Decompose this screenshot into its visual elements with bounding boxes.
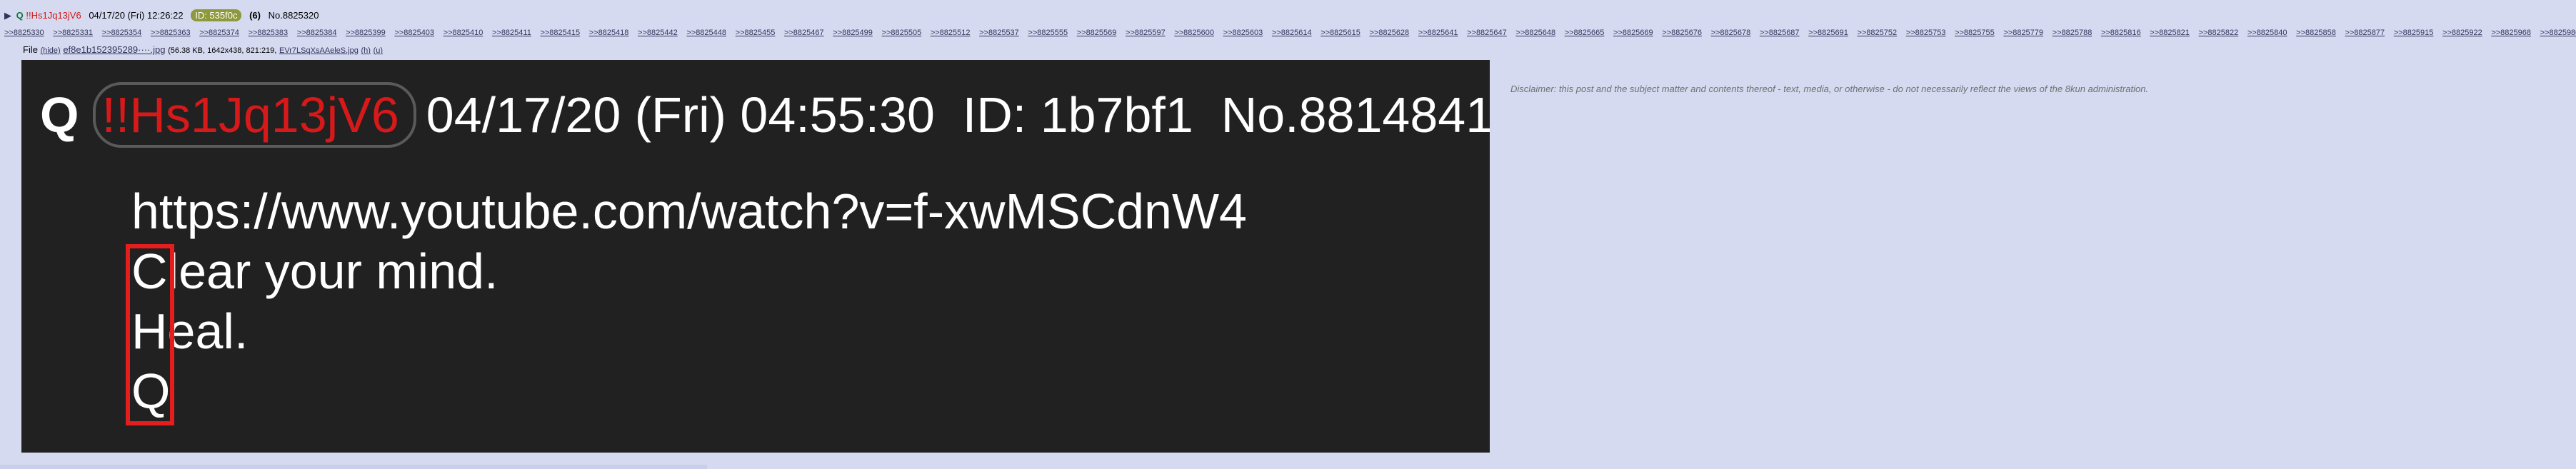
backlink[interactable]: >>8825603 xyxy=(1223,29,1263,37)
file-details: (56.38 KB, 1642x438, 821:219, xyxy=(168,46,277,55)
backlink[interactable]: >>8825374 xyxy=(199,29,239,37)
post-image[interactable]: Q !!Hs1Jq13jV6 04/17/20 (Fri) 04:55:30 I… xyxy=(21,60,1490,453)
backlink[interactable]: >>8825331 xyxy=(53,29,93,37)
backlink[interactable]: >>8825877 xyxy=(2345,29,2385,37)
backlink[interactable]: >>8825822 xyxy=(2199,29,2239,37)
file-info: File (hide) ef8e1b152395289····.jpg (56.… xyxy=(23,43,383,58)
backlink[interactable]: >>8825600 xyxy=(1174,29,1214,37)
backlink[interactable]: >>8825669 xyxy=(1613,29,1653,37)
backlink[interactable]: >>8825915 xyxy=(2394,29,2434,37)
backlink[interactable]: >>8825858 xyxy=(2296,29,2336,37)
backlink[interactable]: >>8825597 xyxy=(1126,29,1166,37)
backlink[interactable]: >>8825555 xyxy=(1028,29,1068,37)
image-body: https://www.youtube.com/watch?v=f-xwMSCd… xyxy=(131,181,1247,421)
original-file-name-link[interactable]: EVr7LSqXsAAeleS.jpg xyxy=(279,46,359,55)
backlink[interactable]: >>8825403 xyxy=(394,29,434,37)
image-line-q: Q xyxy=(131,363,171,419)
backlink[interactable]: >>8825665 xyxy=(1565,29,1605,37)
post-header: ▶ Q !!Hs1Jq13jV6 04/17/20 (Fri) 12:26:22… xyxy=(4,7,2576,41)
backlink[interactable]: >>8825752 xyxy=(1857,29,1897,37)
backlink[interactable]: >>8825779 xyxy=(2003,29,2043,37)
backlink[interactable]: >>8825399 xyxy=(346,29,386,37)
backlink[interactable]: >>8825615 xyxy=(1320,29,1360,37)
post-date: 04/17/20 (Fri) 12:26:22 xyxy=(89,10,184,21)
backlink[interactable]: >>8825512 xyxy=(931,29,971,37)
backlink[interactable]: >>8825537 xyxy=(979,29,1019,37)
backlink[interactable]: >>8825614 xyxy=(1272,29,1312,37)
backlink[interactable]: >>8825418 xyxy=(589,29,629,37)
image-line-clear: Clear your mind. xyxy=(131,243,498,299)
backlink[interactable]: >>8825641 xyxy=(1418,29,1458,37)
backlink[interactable]: >>8825384 xyxy=(297,29,337,37)
backlink[interactable]: >>8825354 xyxy=(102,29,142,37)
backlinks: >>8825330 >>8825331 >>8825354 >>8825363 … xyxy=(4,26,2576,37)
backlink[interactable]: >>8825415 xyxy=(540,29,580,37)
hide-file-link[interactable]: (hide) xyxy=(41,46,61,55)
image-header: Q !!Hs1Jq13jV6 04/17/20 (Fri) 04:55:30 I… xyxy=(21,82,1490,148)
backlink[interactable]: >>8825753 xyxy=(1906,29,1946,37)
backlink[interactable]: >>8825383 xyxy=(248,29,288,37)
reply-count: (6) xyxy=(249,10,261,21)
poster-name: Q xyxy=(16,10,24,21)
backlink[interactable]: >>8825569 xyxy=(1077,29,1117,37)
backlink[interactable]: >>8825330 xyxy=(4,29,44,37)
file-h-link[interactable]: (h) xyxy=(361,46,371,55)
backlink[interactable]: >>8825980 xyxy=(2540,29,2576,37)
backlink[interactable]: >>8825647 xyxy=(1467,29,1507,37)
backlink[interactable]: >>8825648 xyxy=(1515,29,1555,37)
backlink[interactable]: >>8825840 xyxy=(2247,29,2287,37)
backlink[interactable]: >>8825968 xyxy=(2491,29,2531,37)
post-number-link[interactable]: No.8825320 xyxy=(269,10,319,21)
backlink[interactable]: >>8825788 xyxy=(2053,29,2093,37)
backlink[interactable]: >>8825448 xyxy=(686,29,726,37)
backlink[interactable]: >>8825499 xyxy=(833,29,873,37)
backlink[interactable]: >>8825628 xyxy=(1370,29,1410,37)
backlink[interactable]: >>8825755 xyxy=(1955,29,1995,37)
backlink[interactable]: >>8825467 xyxy=(784,29,824,37)
disclaimer: Disclaimer: this post and the subject ma… xyxy=(1510,84,2149,94)
image-poster-name: Q xyxy=(40,87,79,143)
backlink[interactable]: >>8825442 xyxy=(638,29,678,37)
backlink[interactable]: >>8825505 xyxy=(882,29,922,37)
backlink[interactable]: >>8825687 xyxy=(1760,29,1800,37)
backlink[interactable]: >>8825922 xyxy=(2442,29,2482,37)
backlink[interactable]: >>8825821 xyxy=(2150,29,2190,37)
bottom-strip xyxy=(0,465,707,469)
backlink[interactable]: >>8825363 xyxy=(151,29,191,37)
backlink[interactable]: >>8825676 xyxy=(1662,29,1702,37)
file-name-link[interactable]: ef8e1b152395289····.jpg xyxy=(63,44,165,55)
image-line-heal: Heal. xyxy=(131,303,249,359)
backlink[interactable]: >>8825691 xyxy=(1808,29,1848,37)
post-menu-arrow-icon[interactable]: ▶ xyxy=(4,7,11,24)
backlink[interactable]: >>8825678 xyxy=(1711,29,1751,37)
backlink[interactable]: >>8825411 xyxy=(492,29,531,37)
image-post-meta: 04/17/20 (Fri) 04:55:30 ID: 1b7bf1 No.88… xyxy=(426,87,1490,143)
image-line-url: https://www.youtube.com/watch?v=f-xwMSCd… xyxy=(131,183,1247,239)
highlight-box xyxy=(126,244,174,425)
file-label: File xyxy=(23,44,38,55)
post: ▶ Q !!Hs1Jq13jV6 04/17/20 (Fri) 12:26:22… xyxy=(0,0,2576,469)
backlink[interactable]: >>8825816 xyxy=(2101,29,2141,37)
backlink[interactable]: >>8825455 xyxy=(736,29,776,37)
image-tripcode: !!Hs1Jq13jV6 xyxy=(93,82,416,148)
poster-id-badge[interactable]: ID: 535f0c xyxy=(191,9,242,21)
backlink[interactable]: >>8825410 xyxy=(443,29,483,37)
tripcode: !!Hs1Jq13jV6 xyxy=(26,10,81,21)
file-u-link[interactable]: (u) xyxy=(374,46,383,55)
